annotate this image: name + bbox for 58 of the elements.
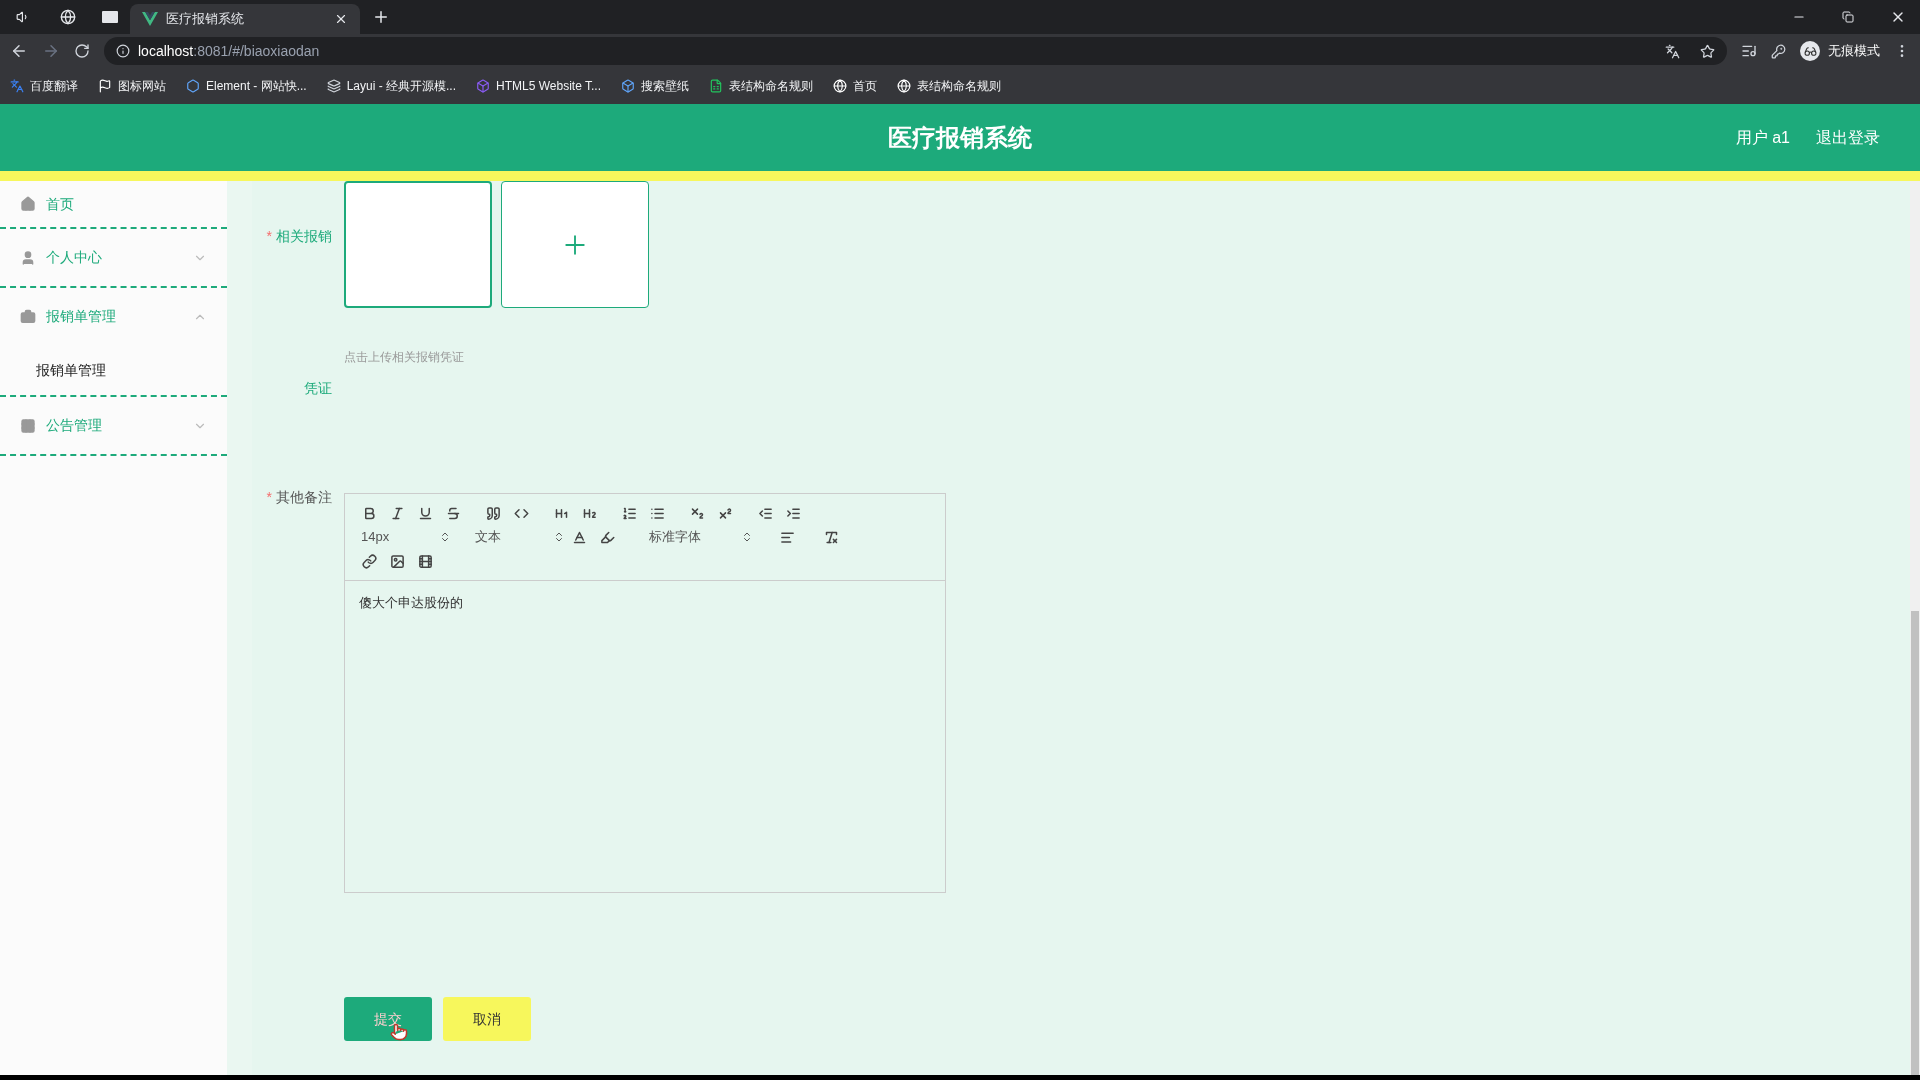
select-arrow-icon — [439, 531, 451, 543]
bookmark-link[interactable]: 图标网站 — [98, 77, 166, 95]
cancel-button[interactable]: 取消 — [443, 997, 531, 1041]
bookmark-link[interactable]: 搜索壁纸 — [621, 77, 689, 95]
back-icon[interactable] — [10, 42, 28, 60]
translate-icon — [10, 79, 24, 93]
bookmark-link[interactable]: 表结构命名规则 — [897, 77, 1001, 95]
logo-icon — [142, 12, 158, 26]
editor-content[interactable]: 傻大个申达股份的 — [345, 581, 945, 892]
format-select[interactable]: 文本 — [469, 526, 565, 548]
select-arrow-icon — [741, 531, 753, 543]
format-select[interactable]: 14px — [355, 526, 451, 548]
bookmark-link[interactable]: 百度翻译 — [10, 77, 78, 95]
user-name: 用户 a1 — [1735, 127, 1790, 148]
flag-icon — [98, 79, 112, 93]
translate-icon[interactable] — [1665, 43, 1680, 59]
address-field[interactable]: localhost:8081/#/biaoxiaodan — [104, 37, 1727, 65]
spreadsheet-icon — [709, 79, 723, 93]
profile-button[interactable]: 无痕模式 — [1800, 41, 1880, 61]
select-arrow-icon — [553, 531, 565, 543]
field-label: 凭证 — [304, 379, 332, 398]
forward-icon[interactable] — [42, 42, 60, 60]
incognito-icon — [1800, 41, 1820, 61]
info-icon — [116, 44, 130, 58]
home-icon — [20, 196, 36, 212]
bookmark-link[interactable]: HTML5 Website T... — [476, 77, 601, 95]
restore-icon[interactable] — [1842, 11, 1854, 23]
field-label: 其他备注 — [276, 488, 332, 507]
globe-icon — [833, 79, 847, 93]
url-text: localhost:8081/#/biaoxiaodan — [138, 41, 320, 61]
required-mark: * — [266, 227, 272, 246]
format-select[interactable]: 标准字体 — [643, 526, 753, 548]
key-icon[interactable] — [1771, 43, 1786, 59]
reload-icon[interactable] — [74, 43, 90, 59]
tab-title: 医疗报销系统 — [166, 10, 245, 29]
bookmark-link[interactable]: Layui - 经典开源模... — [326, 77, 457, 95]
bookmark-link[interactable]: 表结构命名规则 — [709, 77, 813, 95]
globe-icon[interactable] — [60, 9, 76, 25]
app-title: 医疗报销系统 — [888, 122, 1032, 153]
close-icon[interactable] — [334, 12, 348, 26]
star-icon[interactable] — [1700, 43, 1715, 59]
media-icon[interactable] — [1741, 43, 1757, 59]
briefcase-icon — [20, 308, 36, 325]
upload-hint: 点击上传相关报销凭证 — [344, 349, 464, 366]
upload-button[interactable] — [501, 181, 649, 308]
bookmark-link[interactable]: Element - 网站快... — [186, 77, 307, 95]
layers-icon — [326, 79, 341, 93]
cube-icon — [476, 79, 491, 93]
new-tab-icon[interactable] — [372, 8, 390, 26]
submenu-item[interactable]: 报销单管理 — [0, 345, 227, 395]
required-mark: * — [266, 488, 272, 507]
user-icon — [20, 249, 36, 266]
globe-icon — [897, 79, 911, 93]
bookmark-link[interactable]: 首页 — [833, 77, 877, 95]
cube-icon — [621, 79, 635, 93]
browser-tab[interactable]: 医疗报销系统 — [130, 4, 360, 34]
field-label: 相关报销 — [276, 227, 332, 246]
hexagon-icon — [186, 79, 200, 93]
